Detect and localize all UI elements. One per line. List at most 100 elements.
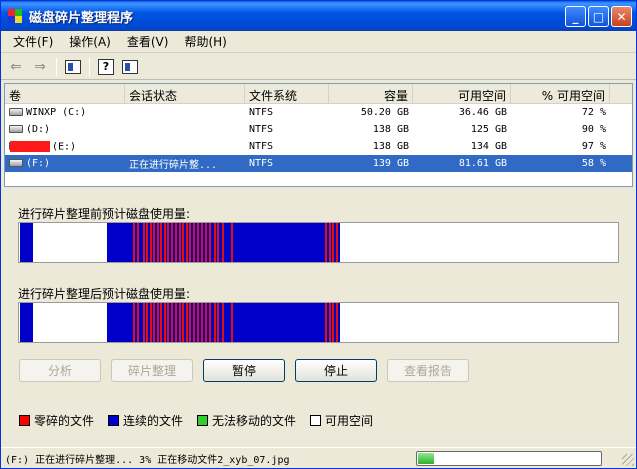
forward-arrow-icon: ⇒: [34, 58, 46, 75]
volume-percent-free: 97 %: [581, 141, 606, 152]
unmovable-swatch: [197, 415, 209, 426]
fragmented-segment: [157, 303, 159, 342]
pause-button[interactable]: 暂停: [203, 359, 285, 382]
toolbar-separator: [89, 57, 90, 76]
menu-action[interactable]: 操作(A): [61, 31, 119, 52]
toolbar: ⇐ ⇒ ?: [1, 54, 636, 80]
volume-row-f[interactable]: (F:) 正在进行碎片整... NTFS 139 GB 81.61 GB 58 …: [5, 155, 632, 172]
defragment-button[interactable]: 碎片整理: [111, 359, 193, 382]
fragmented-segment: [167, 303, 169, 342]
progress-fill: [418, 453, 435, 464]
volume-filesystem: NTFS: [249, 141, 274, 152]
fragmented-segment: [164, 303, 166, 342]
fragmented-segment: [143, 303, 145, 342]
action-buttons: 分析 碎片整理 暂停 停止 查看报告: [19, 359, 469, 382]
volume-row-e[interactable]: (E:) NTFS 138 GB 134 GB 97 %: [5, 138, 632, 155]
after-usage-graphic: [20, 303, 340, 342]
show-hide-action-pane-button[interactable]: [119, 56, 141, 78]
title-bar[interactable]: 磁盘碎片整理程序 _ □ ✕: [1, 1, 636, 31]
fragmented-segment: [146, 223, 148, 262]
legend-contiguous: 连续的文件: [108, 412, 183, 429]
maximize-button[interactable]: □: [588, 6, 609, 27]
maximize-icon: □: [592, 9, 605, 24]
volume-percent-free: 58 %: [581, 158, 606, 169]
volume-free-space: 134 GB: [470, 141, 507, 152]
fragmented-segment: [171, 303, 173, 342]
fragmented-segment: [153, 223, 155, 262]
fragmented-segment: [217, 223, 219, 262]
menu-bar: 文件(F) 操作(A) 查看(V) 帮助(H): [1, 31, 636, 53]
fragmented-segment: [201, 303, 203, 342]
fragmented-segment: [137, 303, 139, 342]
fragmented-segment: [336, 303, 338, 342]
column-header-percent-free[interactable]: % 可用空间: [511, 84, 610, 103]
status-text: (F:) 正在进行碎片整理... 3% 正在移动文件2_xyb_07.jpg: [5, 454, 290, 466]
volume-list[interactable]: 卷 会话状态 文件系统 容量 可用空间 % 可用空间 WINXP (C:) NT…: [4, 83, 633, 187]
view-report-button[interactable]: 查看报告: [387, 359, 469, 382]
menu-help[interactable]: 帮助(H): [176, 31, 234, 52]
fragmented-segment: [197, 223, 199, 262]
column-header-volume[interactable]: 卷: [5, 84, 125, 103]
volume-capacity: 50.20 GB: [360, 107, 409, 118]
fragmented-segment: [193, 303, 195, 342]
fragmented-segment: [160, 303, 162, 342]
volume-name: (F:): [26, 158, 51, 169]
fragmented-segment: [214, 223, 216, 262]
show-hide-console-tree-button[interactable]: [62, 56, 84, 78]
fragmented-segment: [214, 303, 216, 342]
fragmented-segment: [231, 303, 233, 342]
fragmented-segment: [189, 223, 191, 262]
help-icon: ?: [98, 58, 114, 75]
menu-file[interactable]: 文件(F): [5, 31, 61, 52]
back-button[interactable]: ⇐: [5, 56, 27, 78]
action-pane-icon: [122, 59, 138, 74]
legend-label: 可用空间: [325, 414, 374, 428]
volume-list-header: 卷 会话状态 文件系统 容量 可用空间 % 可用空间: [5, 84, 632, 104]
volume-filesystem: NTFS: [249, 107, 274, 118]
volume-row-d[interactable]: (D:) NTFS 138 GB 125 GB 90 %: [5, 121, 632, 138]
menu-view[interactable]: 查看(V): [119, 31, 177, 52]
redaction-mark: [10, 140, 50, 152]
forward-button[interactable]: ⇒: [29, 56, 51, 78]
fragmented-segment: [325, 303, 327, 342]
status-bar: (F:) 正在进行碎片整理... 3% 正在移动文件2_xyb_07.jpg: [1, 447, 636, 468]
volume-row-c[interactable]: WINXP (C:) NTFS 50.20 GB 36.46 GB 72 %: [5, 104, 632, 121]
close-button[interactable]: ✕: [611, 6, 632, 27]
volume-free-space: 81.61 GB: [458, 158, 507, 169]
contiguous-segment: [20, 223, 33, 262]
volume-capacity: 138 GB: [372, 124, 409, 135]
fragmented-segment: [179, 223, 181, 262]
column-header-capacity[interactable]: 容量: [329, 84, 413, 103]
volume-filesystem: NTFS: [249, 124, 274, 135]
fragmented-segment: [217, 303, 219, 342]
console-tree-icon: [65, 59, 81, 74]
after-usage-label: 进行碎片整理后预计磁盘使用量:: [18, 287, 191, 301]
fragmented-segment: [143, 223, 145, 262]
fragmented-segment: [164, 223, 166, 262]
column-header-status[interactable]: 会话状态: [125, 84, 245, 103]
volume-capacity: 138 GB: [372, 141, 409, 152]
minimize-button[interactable]: _: [565, 6, 586, 27]
toolbar-separator: [56, 57, 57, 76]
fragmented-segment: [209, 303, 211, 342]
analyze-button[interactable]: 分析: [19, 359, 101, 382]
volume-free-space: 125 GB: [470, 124, 507, 135]
close-icon: ✕: [616, 9, 627, 24]
column-header-free-space[interactable]: 可用空间: [413, 84, 511, 103]
fragmented-segment: [157, 223, 159, 262]
contiguous-swatch: [108, 415, 120, 426]
fragmented-segment: [133, 303, 135, 342]
fragmented-segment: [205, 223, 207, 262]
fragmented-segment: [222, 223, 224, 262]
column-header-filesystem[interactable]: 文件系统: [245, 84, 329, 103]
contiguous-segment: [20, 303, 33, 342]
before-usage-graphic: [20, 223, 340, 262]
help-button[interactable]: ?: [95, 56, 117, 78]
volume-filesystem: NTFS: [249, 158, 274, 169]
fragmented-segment: [153, 303, 155, 342]
fragmented-segment: [193, 223, 195, 262]
hard-drive-icon: [9, 159, 23, 167]
resize-grip-icon[interactable]: [622, 454, 634, 466]
progress-bar: [416, 451, 602, 466]
stop-button[interactable]: 停止: [295, 359, 377, 382]
